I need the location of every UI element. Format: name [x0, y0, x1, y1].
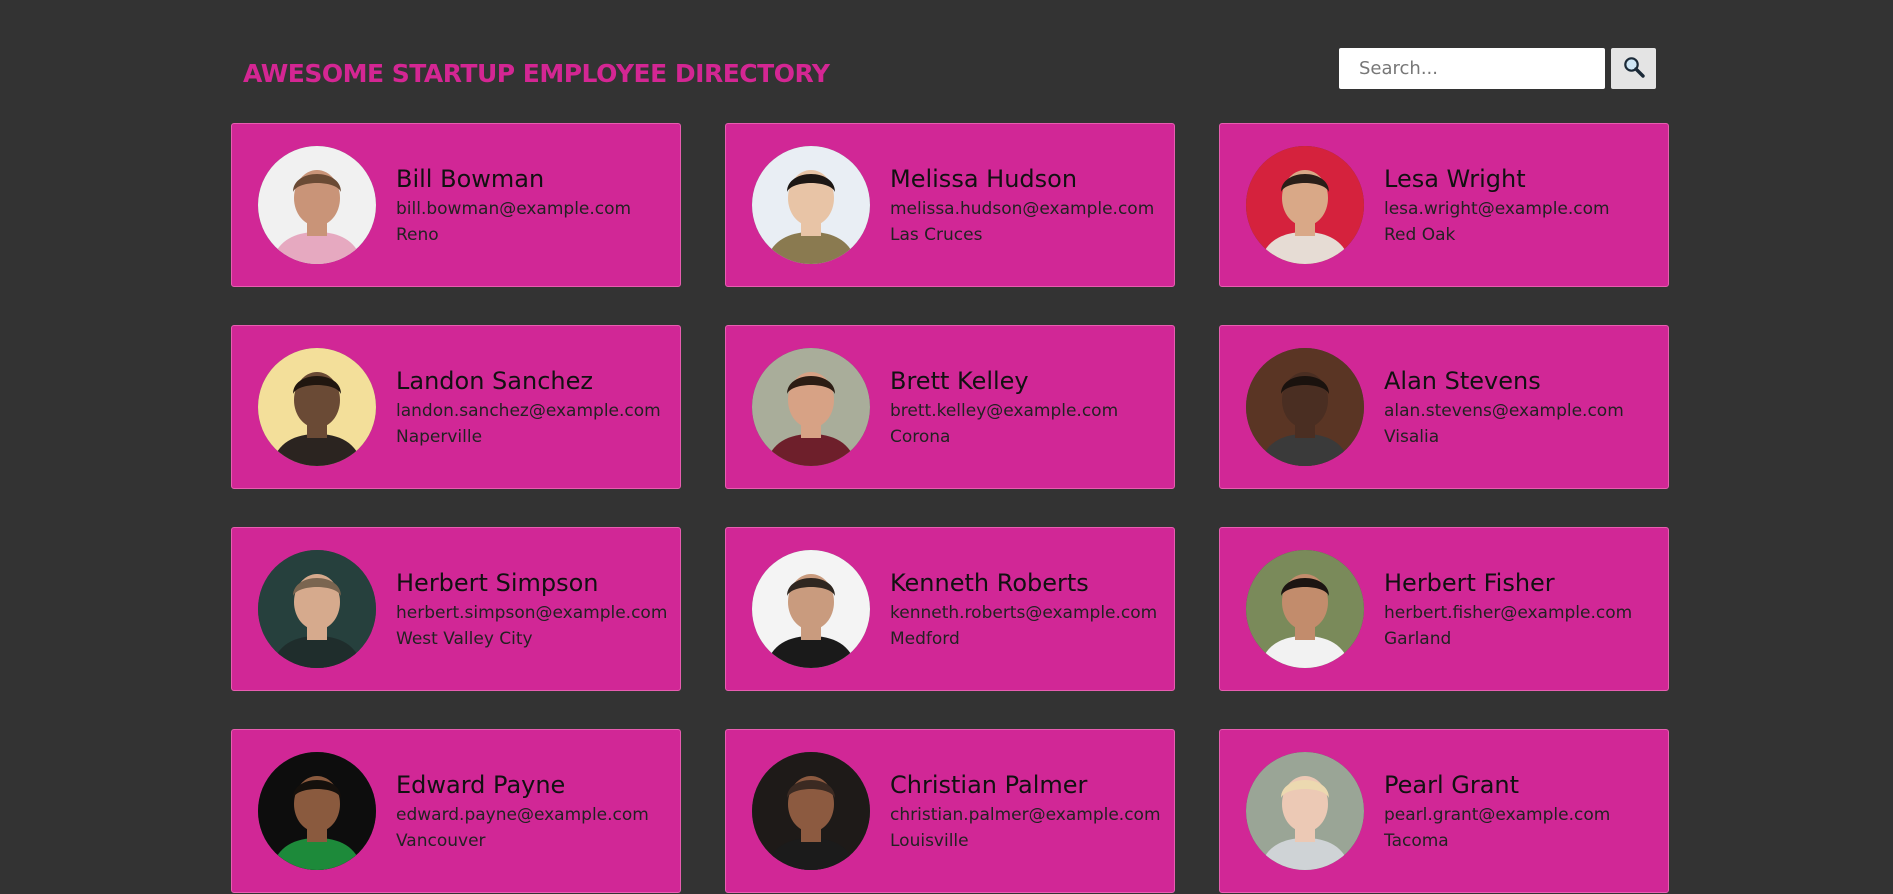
- employee-name: Brett Kelley: [890, 367, 1029, 395]
- employee-name: Pearl Grant: [1384, 771, 1520, 799]
- employee-name: Bill Bowman: [396, 165, 545, 193]
- employee-card[interactable]: Edward Payne edward.payne@example.com Va…: [231, 729, 681, 893]
- employee-info: Herbert Fisher herbert.fisher@example.co…: [1384, 569, 1632, 649]
- avatar: [1246, 550, 1364, 668]
- employee-name: Alan Stevens: [1384, 367, 1541, 395]
- employee-city: Vancouver: [396, 831, 486, 851]
- avatar: [752, 550, 870, 668]
- employee-email: bill.bowman@example.com: [396, 199, 632, 219]
- avatar: [258, 348, 376, 466]
- search-input[interactable]: [1339, 48, 1605, 89]
- employee-city: Medford: [890, 629, 960, 649]
- avatar: [258, 146, 376, 264]
- avatar: [752, 752, 870, 870]
- employee-name: Landon Sanchez: [396, 367, 593, 395]
- employee-email: herbert.fisher@example.com: [1384, 603, 1633, 623]
- page-title: AWESOME STARTUP EMPLOYEE DIRECTORY: [243, 59, 830, 88]
- employee-card[interactable]: Brett Kelley brett.kelley@example.com Co…: [725, 325, 1175, 489]
- search-button[interactable]: [1611, 48, 1656, 89]
- employee-info: Christian Palmer christian.palmer@exampl…: [890, 771, 1161, 851]
- employee-city: Las Cruces: [890, 225, 983, 245]
- employee-grid: Bill Bowman bill.bowman@example.com Reno…: [231, 123, 1669, 893]
- avatar: [258, 752, 376, 870]
- employee-card[interactable]: Herbert Simpson herbert.simpson@example.…: [231, 527, 681, 691]
- employee-email: edward.payne@example.com: [396, 805, 649, 825]
- employee-info: Alan Stevens alan.stevens@example.com Vi…: [1384, 367, 1624, 447]
- employee-email: alan.stevens@example.com: [1384, 401, 1624, 421]
- avatar: [258, 550, 376, 668]
- avatar: [1246, 146, 1364, 264]
- employee-name: Lesa Wright: [1384, 165, 1526, 193]
- employee-info: Herbert Simpson herbert.simpson@example.…: [396, 569, 667, 649]
- employee-email: lesa.wright@example.com: [1384, 199, 1610, 219]
- employee-card[interactable]: Bill Bowman bill.bowman@example.com Reno: [231, 123, 681, 287]
- employee-info: Melissa Hudson melissa.hudson@example.co…: [890, 165, 1154, 245]
- employee-card[interactable]: Kenneth Roberts kenneth.roberts@example.…: [725, 527, 1175, 691]
- employee-email: pearl.grant@example.com: [1384, 805, 1611, 825]
- employee-name: Herbert Simpson: [396, 569, 599, 597]
- employee-city: Louisville: [890, 831, 969, 851]
- employee-card[interactable]: Herbert Fisher herbert.fisher@example.co…: [1219, 527, 1669, 691]
- employee-name: Kenneth Roberts: [890, 569, 1089, 597]
- header: AWESOME STARTUP EMPLOYEE DIRECTORY: [243, 48, 1656, 93]
- employee-city: Garland: [1384, 629, 1452, 649]
- avatar: [1246, 348, 1364, 466]
- employee-card[interactable]: Landon Sanchez landon.sanchez@example.co…: [231, 325, 681, 489]
- employee-city: Red Oak: [1384, 225, 1456, 245]
- employee-email: herbert.simpson@example.com: [396, 603, 668, 623]
- avatar: [752, 348, 870, 466]
- employee-card[interactable]: Lesa Wright lesa.wright@example.com Red …: [1219, 123, 1669, 287]
- employee-info: Bill Bowman bill.bowman@example.com Reno: [396, 165, 631, 245]
- employee-email: brett.kelley@example.com: [890, 401, 1119, 421]
- employee-info: Edward Payne edward.payne@example.com Va…: [396, 771, 649, 851]
- employee-card[interactable]: Pearl Grant pearl.grant@example.com Taco…: [1219, 729, 1669, 893]
- employee-city: Corona: [890, 427, 951, 447]
- employee-city: West Valley City: [396, 629, 533, 649]
- employee-name: Melissa Hudson: [890, 165, 1078, 193]
- employee-email: melissa.hudson@example.com: [890, 199, 1155, 219]
- magnifier-icon: [1622, 55, 1646, 82]
- employee-card[interactable]: Christian Palmer christian.palmer@exampl…: [725, 729, 1175, 893]
- employee-email: kenneth.roberts@example.com: [890, 603, 1158, 623]
- employee-email: landon.sanchez@example.com: [396, 401, 661, 421]
- employee-city: Visalia: [1384, 427, 1440, 447]
- employee-city: Tacoma: [1384, 831, 1449, 851]
- avatar: [752, 146, 870, 264]
- employee-name: Christian Palmer: [890, 771, 1088, 799]
- employee-info: Brett Kelley brett.kelley@example.com Co…: [890, 367, 1118, 447]
- employee-name: Herbert Fisher: [1384, 569, 1555, 597]
- employee-city: Naperville: [396, 427, 483, 447]
- employee-info: Lesa Wright lesa.wright@example.com Red …: [1384, 165, 1610, 245]
- employee-city: Reno: [396, 225, 439, 245]
- employee-card[interactable]: Melissa Hudson melissa.hudson@example.co…: [725, 123, 1175, 287]
- employee-info: Pearl Grant pearl.grant@example.com Taco…: [1384, 771, 1610, 851]
- employee-info: Kenneth Roberts kenneth.roberts@example.…: [890, 569, 1157, 649]
- avatar: [1246, 752, 1364, 870]
- employee-name: Edward Payne: [396, 771, 566, 799]
- directory-page: AWESOME STARTUP EMPLOYEE DIRECTORY Searc…: [0, 0, 1893, 894]
- employee-info: Landon Sanchez landon.sanchez@example.co…: [396, 367, 661, 447]
- employee-email: christian.palmer@example.com: [890, 805, 1161, 825]
- employee-card[interactable]: Alan Stevens alan.stevens@example.com Vi…: [1219, 325, 1669, 489]
